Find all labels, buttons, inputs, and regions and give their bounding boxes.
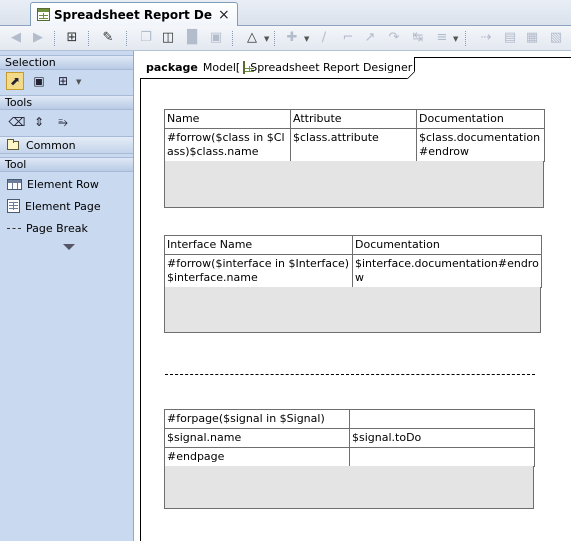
forward-arrow-icon[interactable]: ▶ [30,30,46,46]
table-empty-area [164,161,544,208]
table-row: #endpage [164,447,535,467]
palette-tools-header[interactable]: Tools [0,95,133,110]
tab-title: Spreadsheet Report Desig... [54,7,212,22]
close-icon[interactable]: × [218,8,230,22]
signal-report-table[interactable]: #forpage($signal in $Signal) $signal.nam… [164,409,535,467]
table-row: #forrow($interface in $Interface)$interf… [164,254,542,288]
interface-report-table[interactable]: Interface Name Documentation #forrow($in… [164,235,542,288]
row-icon[interactable]: ▤ [502,30,518,46]
fit-width-icon[interactable]: ⇢ [478,30,494,46]
delete-from-model-icon[interactable]: ▣ [208,30,224,46]
oblique-path-icon[interactable]: ↗ [362,30,378,46]
table-cell[interactable]: #forrow($interface in $Interface)$interf… [164,254,353,288]
toolbar-separator [54,31,56,46]
split-select-icon[interactable]: ⊞ [54,72,72,90]
table-cell[interactable]: #forrow($class in $Class)$class.name [164,128,291,162]
rectilinear-path-icon[interactable]: ⌐ [340,30,356,46]
table-header-cell[interactable]: Documentation [416,109,545,129]
table-cell[interactable] [349,447,535,467]
toolbar-separator [465,31,467,46]
toolbar-separator [88,31,90,46]
table-header-row: Name Attribute Documentation [164,109,545,129]
stamp-tool-icon[interactable]: ⌫ [8,113,26,131]
palette-selection-header[interactable]: Selection [0,55,133,70]
paste-icon[interactable]: ◫ [160,30,176,46]
route-icon[interactable]: ↹ [410,30,426,46]
table-header-cell[interactable]: Attribute [290,109,417,129]
table-cell[interactable]: $class.attribute [290,128,417,162]
frame-header: package Model [ Spreadsheet Report Desig… [140,57,415,79]
toolbar-separator [126,31,128,46]
frame-name: Spreadsheet Report Designer [250,61,413,74]
palette-item-label: Element Row [27,177,99,191]
delete-icon[interactable]: █ [184,30,200,46]
common-label: Common [26,138,76,152]
edit-diagram-icon[interactable]: ✎ [100,30,116,46]
copy-icon[interactable]: ❐ [138,30,154,46]
editor-tab[interactable]: Spreadsheet Report Desig... × [30,2,238,26]
pointer-icon[interactable]: ⬈ [6,72,24,90]
table-header-cell[interactable]: Documentation [352,235,542,255]
align-icon[interactable]: ≡ [434,30,450,46]
cell-icon[interactable]: ▦ [524,30,540,46]
element-row-icon [7,178,22,190]
palette-item-label: Element Page [25,199,101,213]
chevron-down-icon[interactable]: ▼ [453,35,458,43]
bezier-path-icon[interactable]: ↷ [386,30,402,46]
element-page-icon [7,199,20,213]
table-header-cell[interactable]: Name [164,109,291,129]
table-cell[interactable]: $class.documentation#endrow [416,128,545,162]
toolbar-separator [232,31,234,46]
palette-common-group[interactable]: Common [0,136,133,154]
spreadsheet-icon [37,8,50,21]
chevron-down-icon[interactable]: ▼ [304,35,309,43]
palette-tool-header[interactable]: Tool [0,157,133,172]
editor-tab-strip: Spreadsheet Report Desig... × [0,0,571,26]
fit-height-icon[interactable]: ⥱ [54,113,72,131]
table-cell[interactable] [349,409,535,429]
chevron-down-icon[interactable]: ▼ [76,78,81,86]
table-header-row: Interface Name Documentation [164,235,542,255]
folder-icon [7,138,19,150]
tree-navigate-icon[interactable]: ⊞ [64,30,80,46]
table-empty-area [164,287,541,333]
hierarchy-layout-icon[interactable]: △ [244,30,260,46]
diagram-toolbar: ◀ ▶ ⊞ ✎ ❐ ◫ █ ▣ △ ▼ ✚ ▼ ∕ ⌐ ↗ ↷ ↹ ≡ ▼ ⇢ … [0,26,571,51]
table-cell[interactable]: $signal.toDo [349,428,535,448]
palette-item-label: Page Break [26,221,88,235]
page-break-line[interactable] [165,374,535,375]
table-row: #forpage($signal in $Signal) [164,409,535,429]
column-icon[interactable]: ▧ [548,30,564,46]
frame-model: Model [202,61,236,74]
page-break-icon [7,227,21,229]
connector-icon[interactable]: ∕ [316,30,332,46]
toolbar-separator [274,31,276,46]
palette-item-element-row[interactable]: Element Row [7,175,99,193]
diagram-canvas[interactable]: package Model [ Spreadsheet Report Desig… [135,51,571,541]
class-report-table[interactable]: Name Attribute Documentation #forrow($cl… [164,109,545,162]
spreadsheet-icon [243,61,255,74]
marquee-select-icon[interactable]: ▣ [30,72,48,90]
palette: Selection ⬈ ▣ ⊞ ▼ Tools ⌫ ⇕ ⥱ Common Too… [0,51,134,541]
table-row: #forrow($class in $Class)$class.name $cl… [164,128,545,162]
frame-bracket-open: [ [235,61,241,74]
back-arrow-icon[interactable]: ◀ [8,30,24,46]
palette-item-element-page[interactable]: Element Page [7,197,101,215]
table-cell[interactable]: $signal.name [164,428,350,448]
add-node-icon[interactable]: ✚ [284,30,300,46]
table-row: $signal.name $signal.toDo [164,428,535,448]
table-cell[interactable]: $interface.documentation#endrow [352,254,542,288]
palette-item-page-break[interactable]: Page Break [7,219,88,237]
table-cell[interactable]: #forpage($signal in $Signal) [164,409,350,429]
frame-keyword: package [146,61,198,74]
table-header-cell[interactable]: Interface Name [164,235,353,255]
table-empty-area [164,466,534,509]
chevron-down-icon[interactable]: ▼ [264,35,269,43]
scroll-down-icon[interactable] [63,244,75,250]
split-shape-icon[interactable]: ⇕ [30,113,48,131]
table-cell[interactable]: #endpage [164,447,350,467]
